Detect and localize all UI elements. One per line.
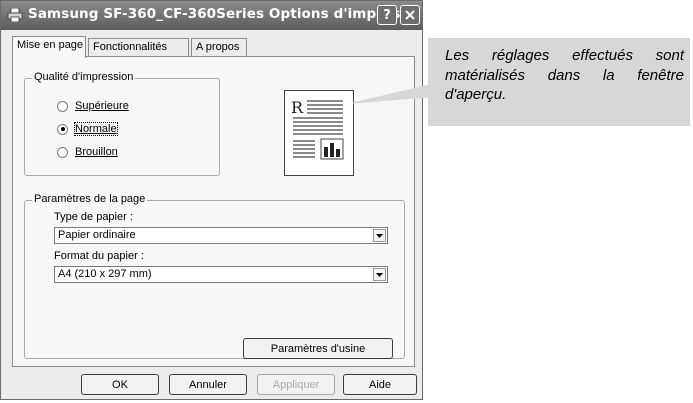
tab-mise-en-page[interactable]: Mise en page: [12, 36, 86, 58]
tab-label: Mise en page: [17, 39, 84, 51]
radio-button-checked[interactable]: [57, 123, 68, 135]
tab-label: Fonctionnalités: [93, 41, 167, 53]
preview-document-icon: R: [291, 98, 344, 160]
callout-pointer: [353, 85, 430, 104]
title-bar[interactable]: Samsung SF-360_CF-360Series Options d'im…: [1, 1, 422, 30]
group-legend: Qualité d'impression: [32, 71, 136, 83]
quality-option-brouillon[interactable]: Brouillon: [57, 145, 118, 159]
option-label: Normale: [74, 122, 118, 136]
close-icon: [405, 10, 415, 20]
quality-option-superieure[interactable]: Supérieure: [57, 99, 129, 113]
close-button[interactable]: [400, 5, 420, 25]
page-settings-group: Paramètres de la page Type de papier : P…: [24, 193, 405, 359]
ok-button[interactable]: OK: [81, 374, 159, 395]
paper-type-select[interactable]: Papier ordinaire: [54, 227, 388, 244]
dropdown-button[interactable]: [373, 229, 386, 242]
quality-option-normale[interactable]: Normale: [57, 122, 118, 136]
radio-button[interactable]: [57, 146, 68, 158]
paper-size-value: A4 (210 x 297 mm): [58, 268, 152, 280]
chevron-down-icon: [376, 233, 383, 238]
callout-text: Les réglages effectués sont matérialisés…: [445, 47, 684, 103]
tab-a-propos[interactable]: A propos: [191, 38, 247, 56]
help-footer-button[interactable]: Aide: [343, 374, 417, 395]
paper-size-label: Format du papier :: [54, 250, 144, 262]
dropdown-button[interactable]: [373, 268, 386, 281]
options-dialog: Samsung SF-360_CF-360Series Options d'im…: [0, 0, 423, 400]
option-label: Supérieure: [75, 100, 129, 112]
radio-button[interactable]: [57, 100, 68, 112]
chevron-down-icon: [376, 272, 383, 277]
window-title: Samsung SF-360_CF-360Series Options d'im…: [28, 6, 417, 22]
paper-type-label: Type de papier :: [54, 211, 133, 223]
option-label: Brouillon: [75, 146, 118, 158]
cancel-button[interactable]: Annuler: [169, 374, 247, 395]
page-preview: R: [284, 90, 354, 176]
tab-fonctionnalites[interactable]: Fonctionnalités: [88, 38, 189, 56]
print-quality-group: Qualité d'impression Supérieure Normale …: [24, 71, 220, 176]
factory-defaults-button[interactable]: Paramètres d'usine: [243, 338, 393, 359]
group-legend: Paramètres de la page: [32, 193, 148, 205]
tab-label: A propos: [196, 41, 240, 53]
apply-button[interactable]: Appliquer: [257, 374, 335, 395]
annotation-callout: Les réglages effectués sont matérialisés…: [428, 38, 690, 126]
preview-letter: R: [291, 98, 304, 117]
help-button[interactable]: ?: [377, 5, 397, 25]
paper-size-select[interactable]: A4 (210 x 297 mm): [54, 266, 388, 283]
printer-icon: [7, 8, 23, 22]
paper-type-value: Papier ordinaire: [58, 229, 136, 241]
